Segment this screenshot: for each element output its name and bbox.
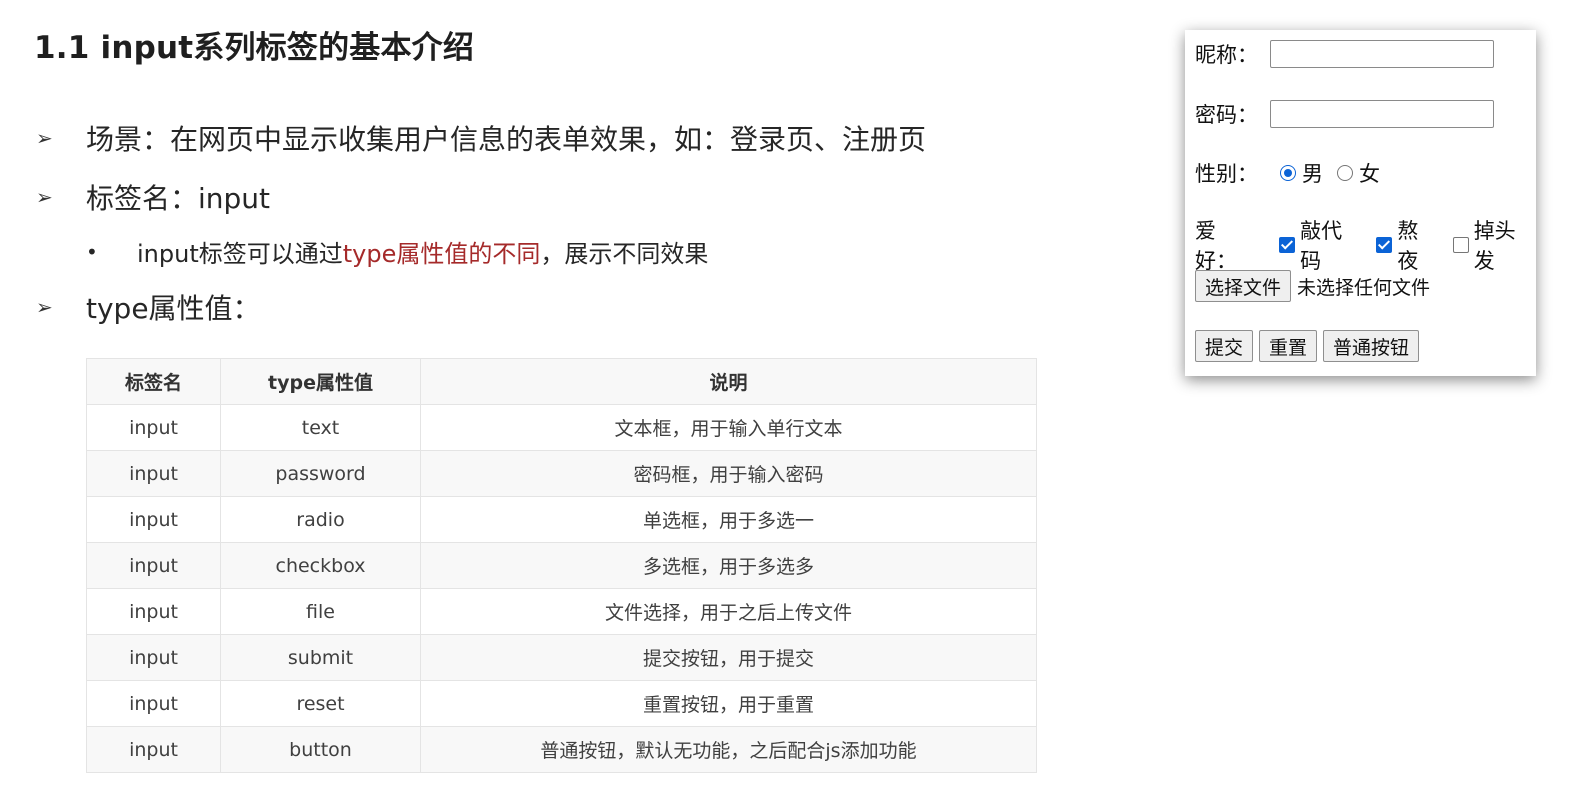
cell-tag: input bbox=[86, 542, 221, 589]
reset-button[interactable]: 重置 bbox=[1259, 330, 1318, 362]
file-row: 选择文件 未选择任何文件 bbox=[1195, 270, 1430, 302]
cell-description: 重置按钮，用于重置 bbox=[420, 680, 1037, 727]
cell-tag: input bbox=[86, 450, 221, 497]
dot-bullet-icon: • bbox=[86, 239, 98, 264]
table-row: input file 文件选择，用于之后上传文件 bbox=[86, 588, 1037, 635]
sub-bullet-suffix: ，展示不同效果 bbox=[540, 240, 709, 268]
cell-description: 文本框，用于输入单行文本 bbox=[420, 404, 1037, 451]
cell-type: reset bbox=[220, 680, 421, 727]
table-row: input password 密码框，用于输入密码 bbox=[86, 450, 1037, 497]
hobby-option-hair-loss-label[interactable]: 掉头发 bbox=[1474, 215, 1536, 275]
gender-label: 性别： bbox=[1195, 162, 1258, 186]
cell-type: submit bbox=[220, 634, 421, 681]
table-row: input text 文本框，用于输入单行文本 bbox=[86, 404, 1037, 451]
gender-option-male-label[interactable]: 男 bbox=[1302, 158, 1323, 188]
hobby-checkbox-hair-loss[interactable] bbox=[1452, 237, 1469, 253]
column-header-type: type属性值 bbox=[220, 358, 421, 405]
hobby-label: 爱好： bbox=[1195, 219, 1237, 273]
cell-description: 普通按钮，默认无功能，之后配合js添加功能 bbox=[420, 726, 1037, 773]
sub-bullet-type: • input标签可以通过 type属性值的不同 ，展示不同效果 bbox=[86, 234, 708, 269]
gender-row: 性别： 男 女 bbox=[1195, 158, 1380, 188]
password-input[interactable] bbox=[1270, 100, 1494, 128]
normal-button[interactable]: 普通按钮 bbox=[1323, 330, 1420, 362]
cell-type: radio bbox=[220, 496, 421, 543]
nickname-input[interactable] bbox=[1270, 40, 1494, 68]
hobby-checkbox-stay-up[interactable] bbox=[1376, 237, 1393, 253]
arrow-bullet-icon: ➢ bbox=[36, 126, 53, 150]
table-row: input checkbox 多选框，用于多选多 bbox=[86, 542, 1037, 589]
gender-radio-female[interactable] bbox=[1337, 165, 1353, 181]
cell-description: 多选框，用于多选多 bbox=[420, 542, 1037, 589]
bullet-tag-name: ➢ 标签名：input bbox=[36, 177, 270, 217]
choose-file-button[interactable]: 选择文件 bbox=[1195, 270, 1292, 302]
slide-title: 1.1 input系列标签的基本介绍 bbox=[34, 30, 475, 66]
cell-tag: input bbox=[86, 588, 221, 635]
submit-button[interactable]: 提交 bbox=[1195, 330, 1254, 362]
cell-tag: input bbox=[86, 634, 221, 681]
column-header-description: 说明 bbox=[420, 358, 1037, 405]
hobby-checkbox-coding[interactable] bbox=[1279, 237, 1296, 253]
cell-tag: input bbox=[86, 726, 221, 773]
cell-tag: input bbox=[86, 496, 221, 543]
table-row: input reset 重置按钮，用于重置 bbox=[86, 680, 1037, 727]
hobby-option-stay-up-label[interactable]: 熬夜 bbox=[1397, 215, 1439, 275]
button-row: 提交 重置 普通按钮 bbox=[1195, 330, 1425, 362]
cell-type: button bbox=[220, 726, 421, 773]
table-row: input submit 提交按钮，用于提交 bbox=[86, 634, 1037, 681]
cell-tag: input bbox=[86, 404, 221, 451]
gender-radio-male[interactable] bbox=[1280, 165, 1296, 181]
bullet-scene: ➢ 场景：在网页中显示收集用户信息的表单效果，如：登录页、注册页 bbox=[36, 118, 926, 158]
bullet-scene-text: 场景：在网页中显示收集用户信息的表单效果，如：登录页、注册页 bbox=[86, 123, 927, 156]
nickname-row: 昵称： bbox=[1195, 39, 1494, 69]
file-status-text: 未选择任何文件 bbox=[1297, 276, 1431, 299]
slide-page: 1.1 input系列标签的基本介绍 ➢ 场景：在网页中显示收集用户信息的表单效… bbox=[0, 0, 1578, 806]
cell-type: file bbox=[220, 588, 421, 635]
form-demo-panel: 昵称： 密码： 性别： 男 女 爱好： 敲代码 熬夜 掉头发 选择文件 未选择任… bbox=[1185, 30, 1536, 376]
table-row: input button 普通按钮，默认无功能，之后配合js添加功能 bbox=[86, 726, 1037, 773]
arrow-bullet-icon: ➢ bbox=[36, 185, 53, 209]
cell-type: text bbox=[220, 404, 421, 451]
bullet-tag-name-text: 标签名：input bbox=[86, 182, 271, 215]
arrow-bullet-icon: ➢ bbox=[36, 295, 53, 319]
table-row: input radio 单选框，用于多选一 bbox=[86, 496, 1037, 543]
bullet-type-values-text: type属性值： bbox=[86, 292, 261, 325]
gender-option-female-label[interactable]: 女 bbox=[1359, 158, 1380, 188]
bullet-type-values: ➢ type属性值： bbox=[36, 287, 261, 327]
cell-type: checkbox bbox=[220, 542, 421, 589]
cell-description: 单选框，用于多选一 bbox=[420, 496, 1037, 543]
input-type-table: 标签名 type属性值 说明 input text 文本框，用于输入单行文本 i… bbox=[86, 358, 1037, 773]
nickname-label: 昵称： bbox=[1195, 43, 1258, 67]
password-label: 密码： bbox=[1195, 103, 1258, 127]
table-header-row: 标签名 type属性值 说明 bbox=[86, 358, 1037, 405]
cell-description: 密码框，用于输入密码 bbox=[420, 450, 1037, 497]
password-row: 密码： bbox=[1195, 99, 1494, 129]
hobby-row: 爱好： 敲代码 熬夜 掉头发 bbox=[1195, 215, 1536, 275]
cell-tag: input bbox=[86, 680, 221, 727]
cell-type: password bbox=[220, 450, 421, 497]
sub-bullet-prefix: input标签可以通过 bbox=[137, 240, 343, 268]
column-header-tag: 标签名 bbox=[86, 358, 221, 405]
cell-description: 提交按钮，用于提交 bbox=[420, 634, 1037, 681]
hobby-option-coding-label[interactable]: 敲代码 bbox=[1300, 215, 1362, 275]
cell-description: 文件选择，用于之后上传文件 bbox=[420, 588, 1037, 635]
sub-bullet-highlight: type属性值的不同 bbox=[342, 240, 541, 268]
